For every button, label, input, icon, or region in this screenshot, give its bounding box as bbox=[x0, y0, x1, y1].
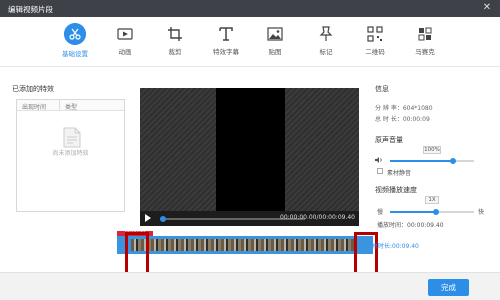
tab-label: 裁剪 bbox=[168, 48, 182, 56]
tab-crop[interactable]: 裁剪 bbox=[153, 25, 197, 65]
tab-qrcode[interactable]: 二维码 bbox=[353, 25, 397, 65]
left-trim-handle[interactable] bbox=[125, 232, 149, 276]
tab-label: 贴图 bbox=[268, 48, 282, 56]
fast-label: 快 bbox=[478, 209, 485, 216]
window-title: 编辑视频片段 bbox=[8, 5, 53, 14]
tab-label: 动画 bbox=[118, 48, 132, 56]
image-icon bbox=[267, 27, 283, 41]
qrcode-icon bbox=[367, 26, 383, 42]
pin-icon bbox=[319, 26, 333, 41]
player-controls: 00:00:00.00/00:00:09.40 bbox=[140, 211, 359, 226]
toolbar: 基础设置 动画 裁剪 特效字幕 贴图 标记 二维码 马赛克 bbox=[0, 17, 500, 67]
document-icon bbox=[63, 127, 81, 148]
tab-basic-settings[interactable]: 基础设置 bbox=[53, 23, 97, 65]
volume-slider[interactable] bbox=[390, 158, 474, 164]
resolution-value: 604*1080 bbox=[402, 105, 433, 112]
title-bar: 编辑视频片段 ✕ bbox=[0, 0, 500, 17]
empty-state-text: 尚未添加特效 bbox=[52, 150, 89, 157]
tab-label: 特效字幕 bbox=[213, 48, 239, 56]
volume-heading: 原声音量 bbox=[375, 136, 403, 144]
total-duration: 总时长:00:09.40 bbox=[372, 243, 419, 250]
resolution-row: 分 辨 率：604*1080 bbox=[375, 103, 490, 112]
volume-knob[interactable] bbox=[450, 158, 456, 164]
video-player[interactable]: 00:00:00.00/00:00:09.40 bbox=[140, 88, 359, 226]
column-header-time[interactable]: 出现时间 bbox=[22, 102, 46, 111]
tab-text-effects[interactable]: 特效字幕 bbox=[204, 25, 248, 65]
effects-heading: 已添加的特效 bbox=[12, 85, 54, 93]
timecode: 00:00:00.00/00:00:09.40 bbox=[280, 214, 355, 221]
tab-marker[interactable]: 标记 bbox=[304, 25, 348, 65]
resolution-label: 分 辨 率： bbox=[375, 105, 403, 112]
footer-bar bbox=[0, 272, 500, 300]
mosaic-icon bbox=[418, 27, 432, 41]
seek-knob[interactable] bbox=[160, 216, 166, 222]
slow-label: 慢 bbox=[377, 209, 384, 216]
table-header: 出现时间 类型 bbox=[17, 100, 124, 111]
tab-mosaic[interactable]: 马赛克 bbox=[403, 25, 447, 65]
play-icon[interactable] bbox=[145, 214, 151, 222]
done-button[interactable]: 完成 bbox=[428, 279, 469, 296]
right-trim-handle[interactable] bbox=[354, 232, 378, 276]
video-frame bbox=[216, 88, 285, 211]
speed-heading: 视频播放速度 bbox=[375, 186, 417, 194]
mute-label: 素材静音 bbox=[387, 170, 412, 177]
info-panel: 信息 分 辨 率：604*1080 总 时 长：00:00:09 bbox=[375, 84, 490, 123]
volume-value: 100% bbox=[423, 146, 441, 154]
volume-fill bbox=[390, 160, 453, 162]
text-icon bbox=[219, 27, 233, 41]
timeline-track[interactable] bbox=[117, 236, 373, 254]
speed-value: 1X bbox=[425, 196, 439, 204]
speed-fill bbox=[390, 211, 437, 213]
speaker-icon[interactable] bbox=[375, 156, 383, 164]
playtime-label: 播放时间： bbox=[377, 222, 408, 229]
tab-label: 马赛克 bbox=[415, 48, 435, 56]
tab-label: 标记 bbox=[319, 48, 333, 56]
animation-icon bbox=[117, 28, 133, 40]
duration-label: 总 时 长： bbox=[375, 116, 403, 123]
crop-icon bbox=[168, 27, 182, 41]
tab-label: 基础设置 bbox=[62, 50, 88, 58]
playtime-value: 00:00:09.40 bbox=[407, 222, 444, 229]
tab-animation[interactable]: 动画 bbox=[103, 25, 147, 65]
column-header-type[interactable]: 类型 bbox=[65, 102, 77, 111]
thumbnail-strip bbox=[131, 239, 356, 251]
tab-label: 二维码 bbox=[365, 48, 385, 56]
duration-value: 00:00:09 bbox=[402, 116, 430, 123]
tab-sticker[interactable]: 贴图 bbox=[253, 25, 297, 65]
speed-knob[interactable] bbox=[433, 209, 440, 215]
info-heading: 信息 bbox=[375, 85, 389, 93]
scissors-icon bbox=[64, 23, 86, 45]
column-divider bbox=[59, 100, 60, 111]
mute-checkbox[interactable] bbox=[377, 168, 383, 174]
duration-row: 总 时 长：00:00:09 bbox=[375, 114, 490, 123]
speed-slider[interactable] bbox=[390, 209, 474, 215]
close-icon[interactable]: ✕ bbox=[481, 2, 493, 14]
effects-panel: 已添加的特效 出现时间 类型 尚未添加特效 bbox=[12, 84, 125, 212]
effects-table: 出现时间 类型 尚未添加特效 bbox=[16, 99, 125, 212]
playtime-row: 播放时间：00:00:09.40 bbox=[377, 220, 444, 229]
